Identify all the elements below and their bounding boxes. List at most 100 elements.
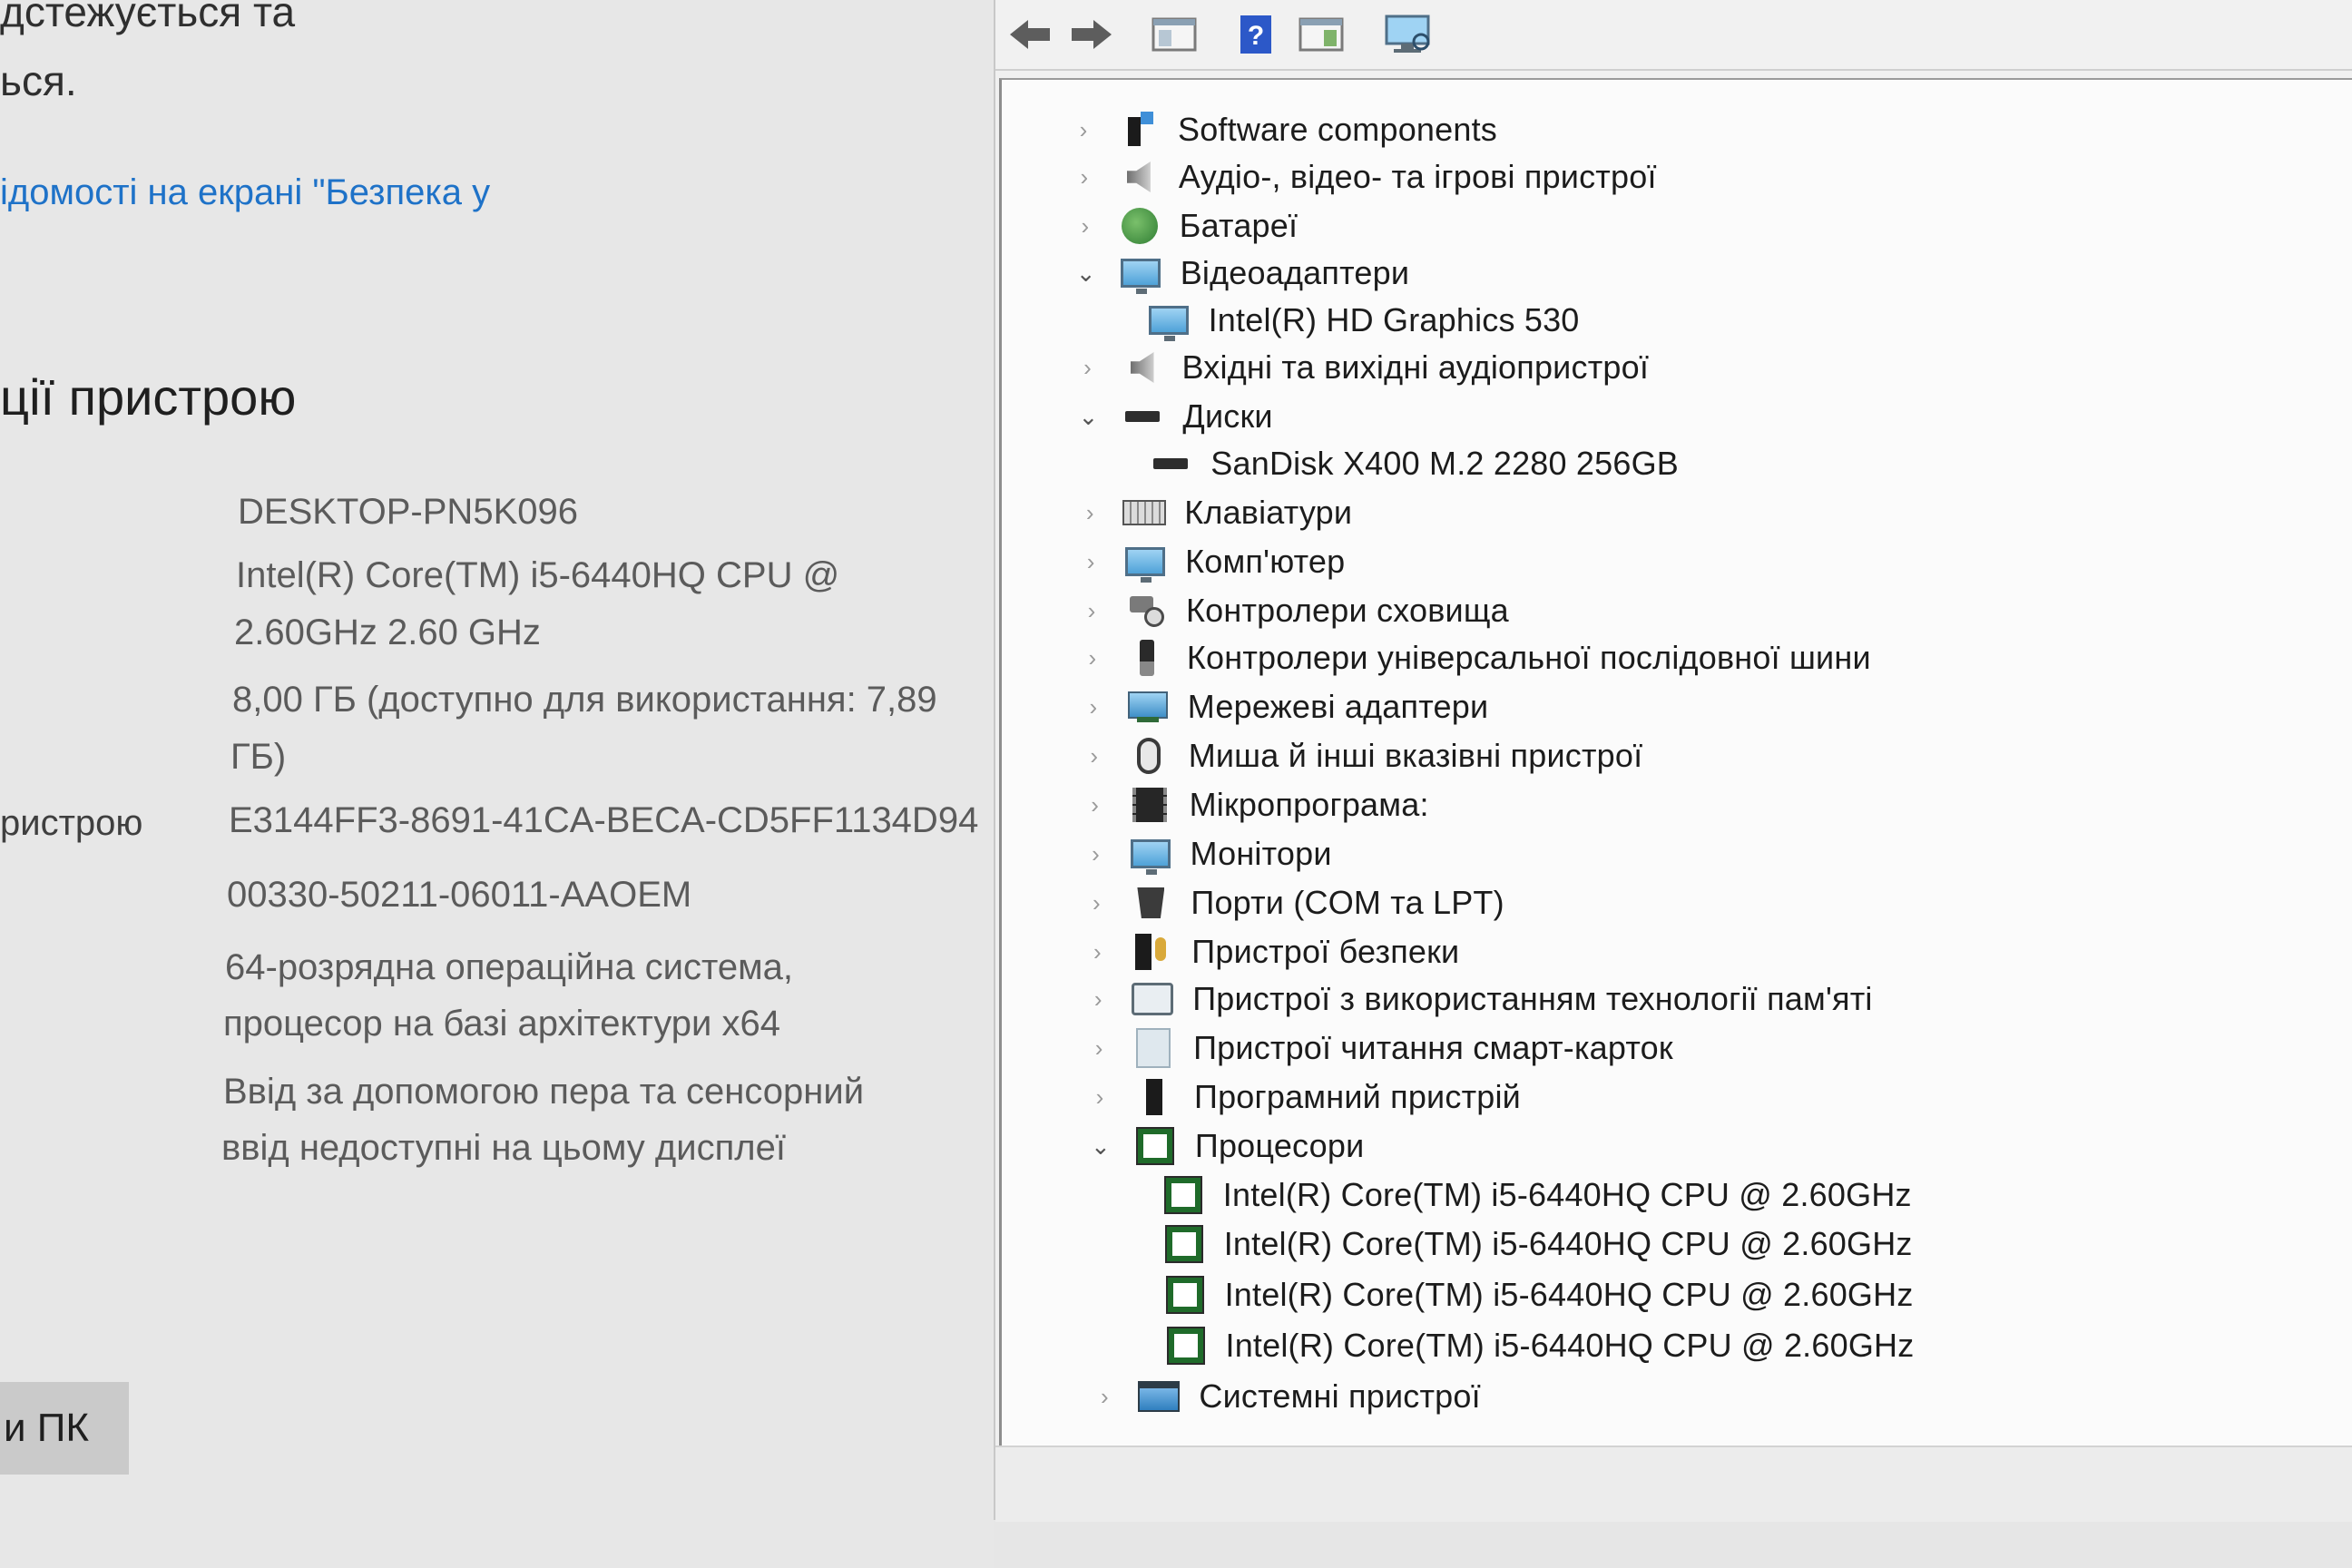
tree-category[interactable]: › Батареї — [1073, 201, 1298, 250]
action-pane-icon[interactable] — [1295, 9, 1348, 60]
security-details-link[interactable]: ідомості на екрані "Безпека у — [0, 172, 490, 213]
device-specs-title: ції пристрою — [0, 368, 297, 426]
help-icon[interactable]: ? — [1230, 9, 1282, 60]
tree-category[interactable]: › Аудіо-, відео- та ігрові пристрої — [1072, 152, 1657, 201]
disk-icon — [1149, 443, 1192, 485]
tree-item-label: Монітори — [1190, 835, 1332, 872]
device-manager-window: ? › Software components › Аудіо-, відео- та… — [994, 0, 2352, 1522]
software-device-icon — [1132, 1076, 1176, 1118]
smart-card-icon — [1132, 1027, 1175, 1069]
tree-item-label: Intel(R) HD Graphics 530 — [1208, 301, 1580, 338]
tree-category[interactable]: ⌄ Процесори — [1088, 1122, 1365, 1171]
expand-chevron-icon[interactable]: › — [1080, 644, 1105, 671]
rename-pc-button[interactable]: и ПК — [0, 1382, 129, 1475]
disk-icon-shape — [1153, 458, 1189, 469]
mouse-icon-shape — [1136, 738, 1161, 774]
device-manager-toolbar: ? — [995, 0, 2352, 71]
memory-device-icon-shape — [1132, 983, 1174, 1015]
tree-item-label: Відеоадаптери — [1180, 254, 1410, 291]
tree-child-item[interactable]: Intel(R) Core(TM) i5-6440HQ CPU @ 2.60GH… — [1142, 1220, 1913, 1269]
console-tree-icon[interactable] — [1148, 9, 1200, 60]
display-adapter-icon — [1147, 299, 1191, 341]
collapse-chevron-icon[interactable]: ⌄ — [1088, 1132, 1113, 1160]
collapse-chevron-icon[interactable]: ⌄ — [1075, 403, 1101, 430]
tree-category[interactable]: › Пристрої читання смарт-карток — [1086, 1024, 1673, 1073]
forward-icon[interactable] — [1064, 9, 1117, 60]
tree-item-label: Intel(R) Core(TM) i5-6440HQ CPU @ 2.60GH… — [1225, 1327, 1915, 1364]
tree-item-label: Миша й інші вказівні пристрої — [1188, 737, 1643, 774]
expand-chevron-icon[interactable]: › — [1084, 938, 1110, 965]
tree-category[interactable]: › Вхідні та вихідні аудіопристрої — [1075, 343, 1650, 392]
tree-category[interactable]: › Програмний пристрій — [1087, 1073, 1521, 1122]
processor-icon — [1133, 1125, 1177, 1167]
tree-category[interactable]: ⌄ Диски — [1075, 392, 1272, 441]
tree-category[interactable]: › Мережеві адаптери — [1081, 682, 1488, 731]
tree-child-item[interactable]: Intel(R) Core(TM) i5-6440HQ CPU @ 2.60GH… — [1142, 1171, 1912, 1220]
tree-item-label: Intel(R) Core(TM) i5-6440HQ CPU @ 2.60GH… — [1223, 1225, 1913, 1262]
tree-category[interactable]: › Миша й інші вказівні пристрої — [1082, 731, 1643, 780]
system-devices-icon-shape — [1138, 1381, 1181, 1412]
expand-chevron-icon[interactable]: › — [1071, 116, 1096, 143]
tree-category[interactable]: › Монітори — [1083, 829, 1332, 878]
speaker-icon-shape — [1130, 352, 1154, 383]
security-icon-shape — [1135, 934, 1169, 970]
port-icon-shape — [1137, 887, 1165, 918]
battery-icon — [1118, 205, 1161, 247]
expand-chevron-icon[interactable]: › — [1083, 840, 1109, 867]
processor-icon-shape — [1135, 1127, 1174, 1165]
expand-chevron-icon[interactable]: › — [1072, 163, 1097, 191]
tree-item-label: Процесори — [1194, 1127, 1365, 1164]
monitor-icon — [1129, 833, 1172, 875]
tree-child-item[interactable]: Intel(R) Core(TM) i5-6440HQ CPU @ 2.60GH… — [1144, 1321, 1915, 1370]
collapse-chevron-icon[interactable]: ⌄ — [1073, 260, 1099, 287]
tree-category[interactable]: › Клавіатури — [1077, 488, 1352, 537]
keyboard-icon — [1122, 492, 1167, 534]
tree-item-label: Мережеві адаптери — [1187, 688, 1489, 725]
expand-chevron-icon[interactable]: › — [1079, 597, 1104, 624]
expand-chevron-icon[interactable]: › — [1078, 548, 1103, 575]
tree-category[interactable]: › Системні пристрої — [1092, 1372, 1481, 1421]
speaker-icon — [1121, 347, 1164, 388]
tree-item-label: Контролери сховища — [1186, 592, 1509, 629]
expand-chevron-icon[interactable]: › — [1083, 791, 1108, 818]
scan-hardware-icon[interactable] — [1382, 9, 1435, 60]
tree-category[interactable]: › Пристрої безпеки — [1084, 927, 1459, 976]
mouse-icon — [1127, 735, 1171, 777]
expand-chevron-icon[interactable]: › — [1083, 889, 1109, 916]
expand-chevron-icon[interactable]: › — [1086, 1034, 1112, 1062]
expand-chevron-icon[interactable]: › — [1085, 985, 1111, 1013]
tree-category[interactable]: › Software components — [1071, 105, 1497, 154]
status-bar — [995, 1446, 2352, 1522]
tree-category[interactable]: › Порти (COM та LPT) — [1083, 878, 1504, 927]
tree-item-label: Intel(R) Core(TM) i5-6440HQ CPU @ 2.60GH… — [1224, 1276, 1914, 1313]
expand-chevron-icon[interactable]: › — [1073, 212, 1098, 240]
tree-category[interactable]: › Контролери сховища — [1079, 586, 1509, 635]
expand-chevron-icon[interactable]: › — [1082, 742, 1107, 769]
tree-category[interactable]: › Контролери універсальної послідовної ши… — [1080, 633, 1871, 682]
expand-chevron-icon[interactable]: › — [1092, 1383, 1117, 1410]
tree-item-label: Диски — [1182, 397, 1273, 435]
speaker-icon — [1117, 156, 1161, 198]
tree-item-label: Аудіо-, відео- та ігрові пристрої — [1178, 158, 1657, 195]
usb-icon — [1125, 637, 1169, 679]
tree-child-item[interactable]: SanDisk X400 M.2 2280 256GB — [1129, 439, 1679, 488]
software-icon — [1116, 109, 1160, 151]
expand-chevron-icon[interactable]: › — [1087, 1083, 1112, 1111]
tree-child-item[interactable]: Intel(R) Core(TM) i5-6440HQ CPU @ 2.60GH… — [1143, 1270, 1914, 1319]
processor-icon — [1162, 1223, 1206, 1265]
expand-chevron-icon[interactable]: › — [1077, 499, 1102, 526]
expand-chevron-icon[interactable]: › — [1075, 354, 1101, 381]
tree-child-item[interactable]: Intel(R) HD Graphics 530 — [1127, 296, 1580, 345]
tree-category[interactable]: › Комп'ютер — [1078, 537, 1345, 586]
tree-category[interactable]: ⌄ Відеоадаптери — [1073, 249, 1409, 298]
monitor-icon-shape — [1130, 839, 1171, 875]
tree-category[interactable]: › Мікропрограма: — [1083, 780, 1429, 829]
firmware-icon — [1128, 784, 1171, 826]
processor-value-line-2: 2.60GHz 2.60 GHz — [234, 612, 541, 652]
tree-category[interactable]: › Пристрої з використанням технології пам… — [1085, 975, 1873, 1024]
svg-text:?: ? — [1248, 21, 1264, 51]
disk-icon-shape — [1125, 411, 1161, 422]
expand-chevron-icon[interactable]: › — [1081, 693, 1106, 720]
back-icon[interactable] — [1004, 9, 1057, 60]
privacy-text-line-1: дстежується та — [0, 0, 296, 35]
